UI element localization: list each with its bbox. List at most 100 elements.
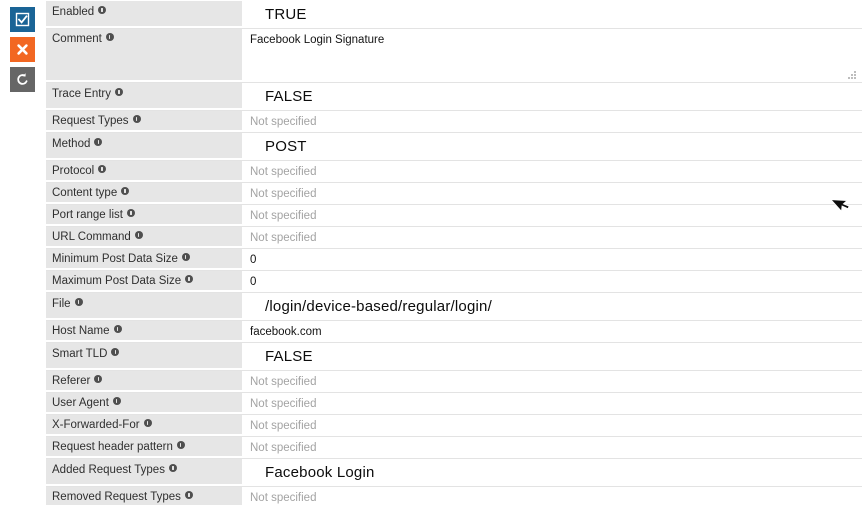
property-value-cell[interactable]: Not specified: [242, 371, 862, 392]
property-value: Not specified: [250, 419, 317, 432]
property-row: Request Types Not specified: [46, 111, 862, 133]
info-icon[interactable]: [98, 165, 107, 173]
info-icon[interactable]: [132, 115, 141, 123]
info-icon[interactable]: [94, 138, 103, 146]
property-list: Enabled TRUE Comment Facebook Login Signatu…: [46, 0, 862, 505]
property-label-cell: Smart TLD: [46, 343, 242, 370]
property-label-cell: X-Forwarded-For: [46, 415, 242, 436]
info-icon[interactable]: [126, 209, 135, 217]
property-label-cell: Request Types: [46, 111, 242, 132]
property-value-cell[interactable]: FALSE: [242, 343, 862, 370]
property-row: File/login/device-based/regular/login/: [46, 293, 862, 321]
property-value: FALSE: [265, 87, 313, 105]
property-row: Request header pattern Not specified: [46, 437, 862, 459]
property-value-cell[interactable]: Not specified: [242, 487, 862, 505]
info-icon[interactable]: [184, 491, 193, 499]
info-icon[interactable]: [115, 88, 124, 96]
action-icon-rail: [10, 7, 36, 92]
property-label: Comment: [52, 33, 102, 45]
property-row: Protocol Not specified: [46, 161, 862, 183]
property-value-cell[interactable]: Not specified: [242, 437, 862, 458]
property-label-cell: Comment: [46, 29, 242, 82]
property-value-cell[interactable]: POST: [242, 133, 862, 160]
property-value-cell[interactable]: 0: [242, 249, 862, 270]
info-icon[interactable]: [168, 464, 177, 472]
revert-button[interactable]: [10, 67, 35, 92]
property-row: Comment Facebook Login Signature: [46, 29, 862, 83]
checkbox-checked-icon: [15, 12, 30, 27]
property-value-cell[interactable]: /login/device-based/regular/login/: [242, 293, 862, 320]
property-label-cell: Referer: [46, 371, 242, 392]
property-value: Not specified: [250, 397, 317, 410]
cancel-button[interactable]: [10, 37, 35, 62]
property-label: Referer: [52, 375, 91, 387]
property-row: Added Request Types Facebook Login: [46, 459, 862, 487]
property-value: Not specified: [250, 231, 317, 244]
info-icon[interactable]: [134, 231, 143, 239]
info-icon[interactable]: [112, 397, 121, 405]
property-label-cell: Port range list: [46, 205, 242, 226]
textarea-resize-grip[interactable]: [848, 70, 857, 79]
property-label: Method: [52, 138, 91, 150]
property-label-cell: Trace Entry: [46, 83, 242, 110]
info-icon[interactable]: [105, 33, 114, 41]
property-label-cell: Content type: [46, 183, 242, 204]
property-row: Referer Not specified: [46, 371, 862, 393]
info-icon[interactable]: [94, 375, 103, 383]
property-value-cell[interactable]: Not specified: [242, 227, 862, 248]
property-value-cell[interactable]: Not specified: [242, 183, 862, 204]
property-value: Facebook Login: [265, 463, 375, 481]
info-icon[interactable]: [185, 275, 194, 283]
property-row: Removed Request Types Not specified: [46, 487, 862, 505]
property-label-cell: Method: [46, 133, 242, 160]
property-value-cell[interactable]: Not specified: [242, 415, 862, 436]
info-icon[interactable]: [176, 441, 185, 449]
property-value-cell[interactable]: facebook.com: [242, 321, 862, 342]
property-label-cell: Protocol: [46, 161, 242, 182]
property-value-cell[interactable]: Facebook Login Signature: [242, 29, 862, 82]
property-label: Enabled: [52, 6, 95, 18]
property-value-cell[interactable]: 0: [242, 271, 862, 292]
property-row: Host Name facebook.com: [46, 321, 862, 343]
property-label-cell: Maximum Post Data Size: [46, 271, 242, 292]
property-value: Facebook Login Signature: [250, 34, 385, 46]
property-value: FALSE: [265, 347, 313, 365]
property-label-cell: URL Command: [46, 227, 242, 248]
property-value: Not specified: [250, 375, 317, 388]
property-row: X-Forwarded-For Not specified: [46, 415, 862, 437]
property-row: Method POST: [46, 133, 862, 161]
info-icon[interactable]: [113, 325, 122, 333]
info-icon[interactable]: [74, 298, 83, 306]
property-value-cell[interactable]: Not specified: [242, 161, 862, 182]
property-label: X-Forwarded-For: [52, 419, 140, 431]
property-label: Added Request Types: [52, 464, 165, 476]
property-row: User Agent Not specified: [46, 393, 862, 415]
close-x-icon: [16, 43, 29, 56]
property-row: Smart TLD FALSE: [46, 343, 862, 371]
property-label-cell: Added Request Types: [46, 459, 242, 486]
property-label: Request Types: [52, 115, 129, 127]
info-icon[interactable]: [98, 6, 107, 14]
property-value: POST: [265, 137, 307, 155]
info-icon[interactable]: [181, 253, 190, 261]
apply-checkbox-button[interactable]: [10, 7, 35, 32]
property-value-cell[interactable]: Facebook Login: [242, 459, 862, 486]
property-value-cell[interactable]: TRUE: [242, 1, 862, 28]
property-label: Protocol: [52, 165, 95, 177]
property-value: 0: [250, 253, 257, 266]
info-icon[interactable]: [143, 419, 152, 427]
property-label-cell: File: [46, 293, 242, 320]
info-icon[interactable]: [111, 348, 120, 356]
property-row: Trace Entry FALSE: [46, 83, 862, 111]
property-value: Not specified: [250, 115, 317, 128]
property-label-cell: Minimum Post Data Size: [46, 249, 242, 270]
property-value: Not specified: [250, 491, 317, 504]
property-value-cell[interactable]: Not specified: [242, 111, 862, 132]
property-label-cell: User Agent: [46, 393, 242, 414]
property-row: Port range list Not specified: [46, 205, 862, 227]
undo-arrow-icon: [15, 72, 30, 87]
property-value-cell[interactable]: Not specified: [242, 393, 862, 414]
property-value-cell[interactable]: Not specified: [242, 205, 862, 226]
info-icon[interactable]: [121, 187, 130, 195]
property-value-cell[interactable]: FALSE: [242, 83, 862, 110]
